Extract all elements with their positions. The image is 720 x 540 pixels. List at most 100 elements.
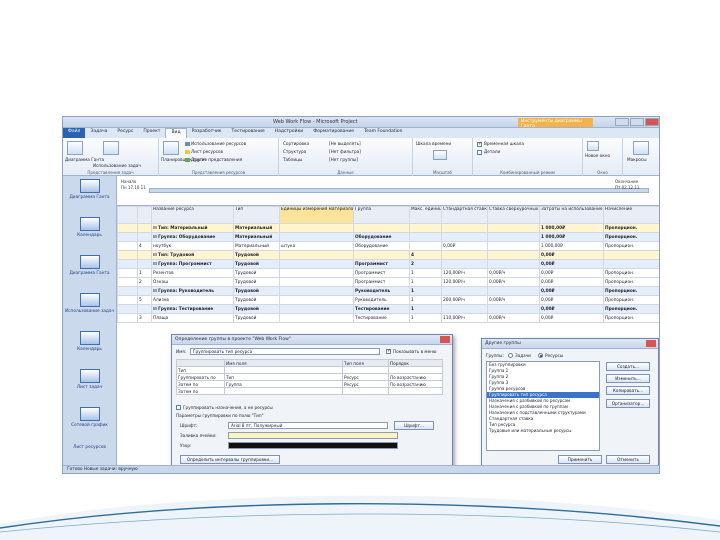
task-usage-button[interactable]: Использование задач (93, 163, 141, 168)
table-cell[interactable]: Трудовой (233, 295, 280, 305)
table-cell[interactable]: Руководитель (353, 295, 410, 305)
group-field-cell[interactable]: Ресурс (342, 373, 389, 381)
table-cell[interactable]: 2 (409, 259, 442, 269)
table-cell[interactable] (487, 304, 540, 314)
maximize-icon[interactable] (630, 118, 644, 126)
row-indicator-cell[interactable] (137, 232, 152, 242)
table-row[interactable]: 2 Ознаш Трудовой Программист 1 120,00₽/ч 0,00₽… (117, 277, 659, 287)
details-checkbox[interactable] (477, 150, 482, 155)
table-cell[interactable] (117, 313, 138, 323)
table-cell[interactable]: ⊟ Группа: Руководитель (151, 286, 234, 296)
table-cell[interactable]: ⊟ Группа: Программист (151, 259, 234, 269)
table-cell[interactable]: Трудовой (233, 259, 280, 269)
tab-task[interactable]: Задача (85, 128, 112, 138)
table-cell[interactable]: Пропорцион. (603, 313, 659, 323)
table-cell[interactable]: Материальный (233, 232, 280, 242)
table-cell[interactable]: Оборудование (353, 232, 410, 242)
table-cell[interactable] (279, 250, 354, 260)
minimize-icon[interactable] (615, 118, 629, 126)
table-cell[interactable] (117, 295, 138, 305)
table-cell[interactable]: Резентов (151, 268, 234, 278)
groups-listbox[interactable]: Без группировки Группа 1 Группа 2 Группа 3Г… (486, 361, 600, 451)
table-cell[interactable] (353, 250, 410, 260)
table-cell[interactable]: 120,00₽/ч (441, 277, 488, 287)
row-indicator-cell[interactable] (137, 304, 152, 314)
row-indicator-cell[interactable] (137, 286, 152, 296)
table-cell[interactable]: Материальный (233, 241, 280, 251)
table-cell[interactable] (487, 250, 540, 260)
table-cell[interactable]: 0,00₽ (539, 277, 604, 287)
new-button[interactable]: Создать... (606, 362, 650, 371)
table-cell[interactable] (487, 259, 540, 269)
table-cell[interactable]: 1 (409, 313, 442, 323)
timeline-checkbox[interactable] (477, 141, 482, 147)
table-cell[interactable]: ⊟ Группа: Тестирование (151, 304, 234, 314)
table-cell[interactable] (279, 259, 354, 269)
resources-radio[interactable] (538, 353, 543, 358)
context-tab-label[interactable]: Инструменты диаграммы Ганта (518, 118, 593, 129)
outline-button[interactable]: Структура (283, 149, 306, 154)
table-cell[interactable] (441, 286, 488, 296)
row-indicator-cell[interactable]: 5 (137, 295, 152, 305)
table-cell[interactable] (487, 223, 540, 233)
list-item[interactable]: Трудовые или материальные ресурсы (487, 428, 599, 434)
new-window-icon[interactable] (587, 141, 599, 151)
gantt-chart-icon[interactable] (67, 141, 83, 155)
table-cell[interactable] (279, 232, 354, 242)
copy-button[interactable]: Копировать... (606, 386, 650, 395)
zoom-icon[interactable] (433, 150, 447, 160)
tab-project[interactable]: Проект (138, 128, 165, 138)
table-cell[interactable] (117, 232, 138, 242)
tasks-radio[interactable] (508, 353, 513, 358)
tab-developer[interactable]: Разработчик (187, 128, 227, 138)
table-cell[interactable] (441, 223, 488, 233)
table-cell[interactable]: 0,00₽ (539, 268, 604, 278)
table-cell[interactable] (117, 250, 138, 260)
other-views-button[interactable]: Другие представления (185, 157, 242, 162)
column-header[interactable]: Затраты на использование (539, 206, 604, 224)
table-cell[interactable]: 1 (409, 268, 442, 278)
group-field-row[interactable]: Затем по (176, 387, 443, 395)
organizer-button[interactable]: Организатор... (606, 399, 650, 408)
table-cell[interactable]: Пропорцион. (603, 268, 659, 278)
table-cell[interactable]: Руководитель (353, 286, 410, 296)
row-indicator-cell[interactable]: 4 (137, 241, 152, 251)
column-header[interactable]: Тип (233, 206, 280, 224)
table-cell[interactable]: 1 000,00₽ (539, 241, 604, 251)
column-header[interactable]: Ставка сверхурочных (487, 206, 540, 224)
table-cell[interactable]: Пропорцион. (603, 232, 659, 242)
table-cell[interactable] (117, 268, 138, 278)
tab-team-foundation[interactable]: Team Foundation (359, 128, 407, 138)
group-header-row[interactable]: ⊟ Группа: Оборудование Материальный Оборуд… (117, 232, 659, 242)
group-field-cell[interactable]: По возрастанию (388, 373, 443, 381)
table-cell[interactable] (487, 232, 540, 242)
table-cell[interactable]: 120,00₽/ч (441, 268, 488, 278)
highlight-chip[interactable]: Лист ресурсов (185, 149, 223, 154)
group-dropdown[interactable]: [Нет группы] (329, 157, 358, 162)
group-field-cell[interactable] (388, 366, 443, 374)
table-cell[interactable]: Трудовой (233, 304, 280, 314)
table-row[interactable]: 1 Резентов Трудовой Программист 1 120,00₽/ч 0,… (117, 268, 659, 278)
table-cell[interactable]: 0,00₽/ч (487, 277, 540, 287)
column-header[interactable] (137, 206, 152, 224)
table-cell[interactable]: 1 000,00₽ (539, 232, 604, 242)
row-indicator-cell[interactable] (137, 223, 152, 233)
table-cell[interactable]: 0,00₽ (539, 295, 604, 305)
row-indicator-cell[interactable]: 3 (137, 313, 152, 323)
table-row[interactable]: 5 Ализев Трудовой Руководитель 1 200,00₽/ч 0,0… (117, 295, 659, 305)
macros-button[interactable]: Макросы (627, 157, 647, 162)
table-cell[interactable]: Ознаш (151, 277, 234, 287)
gantt-button[interactable]: Диаграмма Ганта (65, 157, 104, 162)
table-cell[interactable]: 0,00₽ (441, 241, 488, 251)
column-header-material-units[interactable]: Единицы измерения материалов (279, 206, 354, 224)
filter-dropdown[interactable]: [Нет фильтра] (329, 149, 361, 154)
table-cell[interactable]: ⊟ Тип: Трудовой (151, 250, 234, 260)
group-field-row[interactable]: Тип (176, 366, 443, 374)
view-bar-item[interactable]: Диаграмма Ганта (63, 252, 116, 290)
sort-button[interactable]: Сортировка (283, 141, 309, 146)
table-cell[interactable]: 1 (409, 304, 442, 314)
define-intervals-button[interactable]: Определить интервалы группировки... (180, 455, 280, 464)
group-name-input[interactable]: Группировать тип ресурса (190, 348, 380, 355)
table-cell[interactable]: Тестирование (353, 313, 410, 323)
timeline[interactable]: Начало Пн 17.10.11 Окончание Пт 02.12.11 (117, 176, 659, 206)
